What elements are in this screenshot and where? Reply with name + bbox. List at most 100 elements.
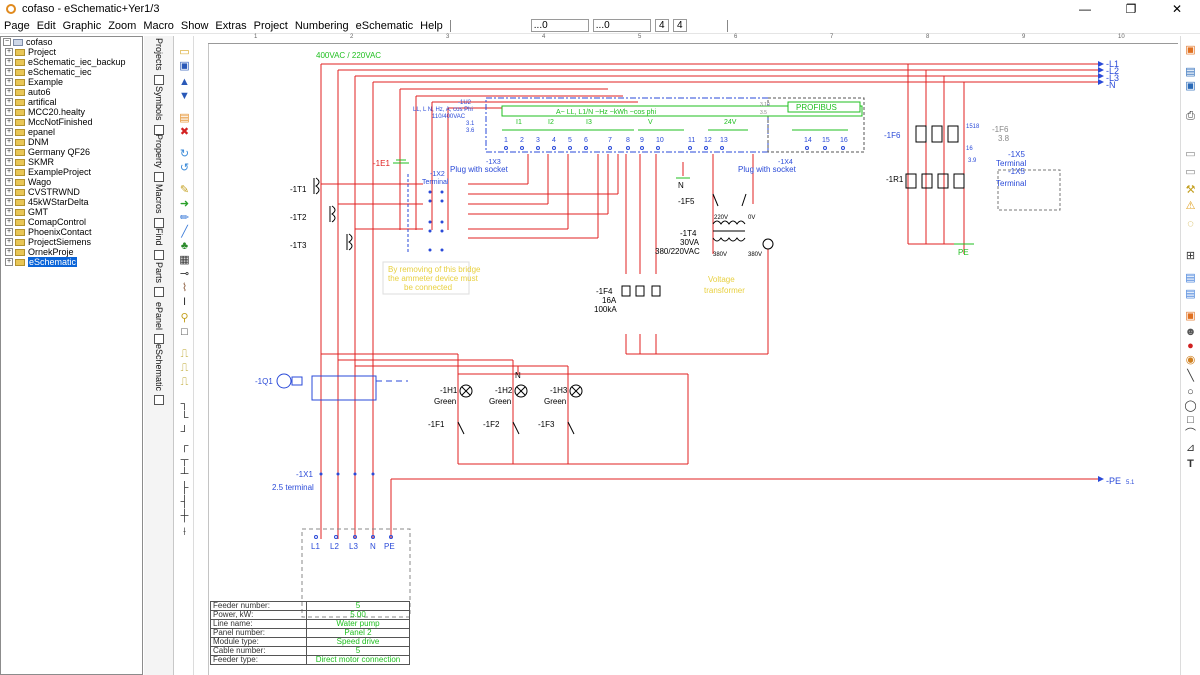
- menu-eschematic[interactable]: eSchematic: [352, 19, 416, 33]
- tab-eschematic[interactable]: eSchematic: [147, 344, 171, 406]
- text-tool-icon[interactable]: T: [1184, 458, 1197, 470]
- tree-item[interactable]: + OrnekProje: [1, 247, 142, 257]
- corner-sw-icon[interactable]: └: [178, 412, 191, 424]
- grid-field-1[interactable]: 4: [654, 19, 669, 32]
- ellipse-tool-icon[interactable]: ◯: [1184, 400, 1197, 412]
- tree-item[interactable]: + MccNotFinished: [1, 117, 142, 127]
- tree-item[interactable]: + GMT: [1, 207, 142, 217]
- page-icon[interactable]: ▤: [1184, 66, 1197, 78]
- refresh-icon[interactable]: ↻: [178, 148, 191, 160]
- tree-item[interactable]: + eSchematic_iec: [1, 67, 142, 77]
- tree-item[interactable]: + artifical: [1, 97, 142, 107]
- tee-down-icon[interactable]: ┬: [178, 454, 191, 466]
- device-icon[interactable]: ▭: [1184, 166, 1197, 178]
- expand-icon[interactable]: +: [5, 198, 13, 206]
- pencil-icon[interactable]: ✏: [178, 212, 191, 224]
- tee-up-icon[interactable]: ┴: [178, 468, 191, 480]
- tab-property[interactable]: Property: [147, 134, 171, 183]
- window-icon[interactable]: ▣: [1184, 80, 1197, 92]
- tree-item[interactable]: + Wago: [1, 177, 142, 187]
- export-icon[interactable]: ▣: [1184, 310, 1197, 322]
- break-icon[interactable]: ⟊: [178, 526, 191, 538]
- expand-icon[interactable]: +: [5, 218, 13, 226]
- tab-find[interactable]: Find: [147, 228, 171, 260]
- polyline-tool-icon[interactable]: ⊿: [1184, 442, 1197, 454]
- expand-icon[interactable]: +: [5, 188, 13, 196]
- zoom-fit-icon[interactable]: ⊞: [1184, 250, 1197, 262]
- save-icon[interactable]: ▣: [178, 60, 191, 72]
- tree-item[interactable]: + ExampleProject: [1, 167, 142, 177]
- tree-item[interactable]: + DNM: [1, 137, 142, 147]
- expand-icon[interactable]: +: [5, 258, 13, 266]
- tree-item[interactable]: + Project: [1, 47, 142, 57]
- wire-icon-1[interactable]: ⎍: [178, 348, 191, 360]
- expand-icon[interactable]: +: [5, 168, 13, 176]
- expand-icon[interactable]: +: [5, 88, 13, 96]
- tree-item[interactable]: + SKMR: [1, 157, 142, 167]
- menu-help[interactable]: Help: [416, 19, 446, 33]
- tree-icon[interactable]: ♣: [178, 240, 191, 252]
- expand-icon[interactable]: +: [5, 208, 13, 216]
- expand-icon[interactable]: +: [5, 108, 13, 116]
- grid-field-2[interactable]: 4: [672, 19, 687, 32]
- tee-right-icon[interactable]: ├: [178, 482, 191, 494]
- tab-projects[interactable]: Projects: [147, 38, 171, 85]
- tree-item[interactable]: + auto6: [1, 87, 142, 97]
- redo-icon[interactable]: ↺: [178, 162, 191, 174]
- maximize-button[interactable]: ❐: [1108, 0, 1154, 18]
- coordinate-y-field[interactable]: ...0: [592, 19, 651, 32]
- palette-icon[interactable]: ◉: [1184, 354, 1197, 366]
- menu-graphic[interactable]: Graphic: [59, 19, 105, 33]
- corner-se-icon[interactable]: ┘: [178, 426, 191, 438]
- expand-icon[interactable]: −: [3, 38, 11, 46]
- cable-icon[interactable]: ⌇: [178, 282, 191, 294]
- zoom-icon[interactable]: ⚲: [178, 312, 191, 324]
- menu-show[interactable]: Show: [177, 19, 212, 33]
- menu-macro[interactable]: Macro: [139, 19, 177, 33]
- expand-icon[interactable]: +: [5, 138, 13, 146]
- print-icon[interactable]: ⎙: [1184, 110, 1197, 122]
- expand-icon[interactable]: +: [5, 228, 13, 236]
- close-button[interactable]: ✕: [1154, 0, 1200, 18]
- expand-icon[interactable]: +: [5, 48, 13, 56]
- expand-icon[interactable]: +: [5, 148, 13, 156]
- layers-icon[interactable]: ▤: [1184, 272, 1197, 284]
- schematic-canvas[interactable]: 400VAC / 220VAC -L1 -L2 -L3 -N -PE 5.1 -…: [207, 44, 1178, 675]
- tree-item[interactable]: − cofaso: [1, 37, 142, 47]
- menu-extras[interactable]: Extras: [211, 19, 249, 33]
- delete-icon[interactable]: ✖: [178, 126, 191, 138]
- arc-tool-icon[interactable]: ⌒: [1184, 428, 1197, 440]
- pdf-icon[interactable]: ▣: [1184, 44, 1197, 56]
- expand-icon[interactable]: +: [5, 58, 13, 66]
- bulb-icon[interactable]: ✎: [178, 184, 191, 196]
- menu-edit[interactable]: Edit: [33, 19, 59, 33]
- corner-ne-icon[interactable]: ┐: [178, 398, 191, 410]
- tree-item[interactable]: +45kWStarDelta: [1, 197, 142, 207]
- wire-icon-3[interactable]: ⎍: [178, 376, 191, 388]
- warning-icon[interactable]: ⚠: [1184, 200, 1197, 212]
- tree-item[interactable]: + CVSTRWND: [1, 187, 142, 197]
- tree-item[interactable]: + MCC20.healty: [1, 107, 142, 117]
- arrow-down-icon[interactable]: ▼: [178, 90, 191, 102]
- corner-nw-icon[interactable]: ┌: [178, 440, 191, 452]
- new-page-icon[interactable]: ▭: [178, 46, 191, 58]
- tab-parts[interactable]: Parts: [147, 262, 171, 298]
- expand-icon[interactable]: +: [5, 128, 13, 136]
- line-icon[interactable]: ╱: [178, 226, 191, 238]
- bulb-icon[interactable]: ◌: [1184, 218, 1197, 230]
- menu-numbering[interactable]: Numbering: [291, 19, 352, 33]
- menu-zoom[interactable]: Zoom: [104, 19, 139, 33]
- tab-epanel[interactable]: ePanel: [147, 302, 171, 345]
- bar-icon[interactable]: I: [178, 296, 191, 308]
- sheets-icon[interactable]: ▤: [1184, 288, 1197, 300]
- expand-icon[interactable]: +: [5, 78, 13, 86]
- tool-icon[interactable]: ⚒: [1184, 184, 1197, 196]
- grid-icon[interactable]: ▦: [178, 254, 191, 266]
- expand-icon[interactable]: +: [5, 238, 13, 246]
- menu-page[interactable]: Page: [0, 19, 33, 33]
- tab-macros[interactable]: Macros: [147, 184, 171, 228]
- tree-item[interactable]: + Germany QF26: [1, 147, 142, 157]
- minimize-button[interactable]: —: [1062, 0, 1108, 18]
- wire-icon-2[interactable]: ⎍: [178, 362, 191, 374]
- tree-item[interactable]: + PhoenixContact: [1, 227, 142, 237]
